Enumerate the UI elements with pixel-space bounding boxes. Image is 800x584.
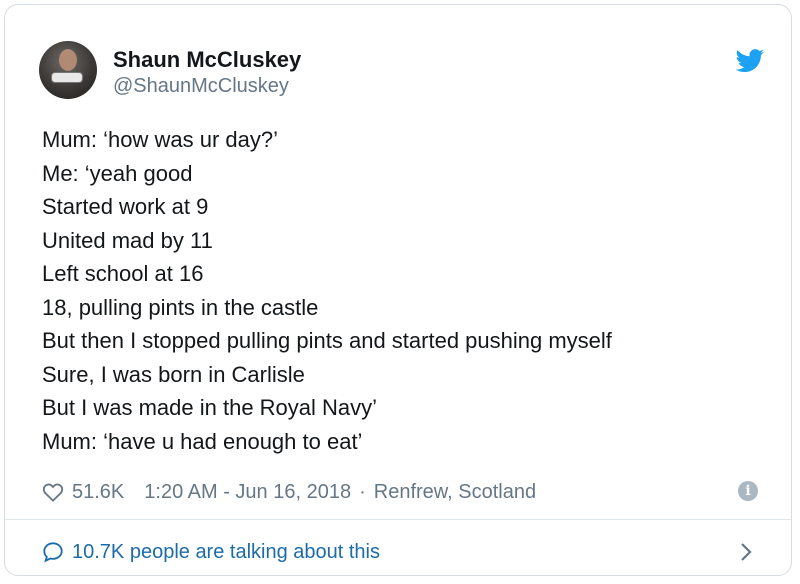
avatar-face: [59, 49, 77, 71]
heart-icon[interactable]: [42, 482, 64, 502]
info-icon[interactable]: i: [738, 481, 758, 501]
meta-separator: ·: [359, 480, 366, 503]
tweet-line: Sure, I was born in Carlisle: [42, 361, 305, 387]
tweet-line: But then I stopped pulling pints and sta…: [42, 328, 612, 353]
conversation-label: 10.7K people are talking about this: [72, 540, 380, 563]
tweet-line: Mum: ‘how was ur day?’: [42, 127, 278, 152]
tweet-meta: 51.6K 1:20 AM - Jun 16, 2018 · Renfrew, …: [42, 479, 536, 505]
avatar-badge: [51, 72, 83, 83]
author-handle[interactable]: @ShaunMcCluskey: [113, 75, 289, 98]
tweet-location[interactable]: Renfrew, Scotland: [374, 481, 536, 504]
tweet-card: Shaun McCluskey @ShaunMcCluskey Mum: ‘ho…: [4, 4, 792, 576]
like-count[interactable]: 51.6K: [72, 481, 124, 504]
tweet-line: Started work at 9: [42, 194, 209, 219]
tweet-line: Mum: ‘have u had enough to eat’: [42, 428, 363, 454]
avatar[interactable]: [39, 41, 97, 99]
divider: [5, 519, 791, 520]
tweet-text: Mum: ‘how was ur day?’ Me: ‘yeah good St…: [42, 123, 762, 458]
tweet-line: United mad by 11: [42, 227, 213, 253]
tweet-line: But I was made in the Royal Navy’: [42, 395, 378, 420]
tweet-line: 18, pulling pints in the castle: [42, 294, 319, 320]
tweet-line: Left school at 16: [42, 261, 204, 286]
speech-bubble-icon: [43, 542, 63, 563]
conversation-link[interactable]: 10.7K people are talking about this: [42, 538, 380, 566]
author-name[interactable]: Shaun McCluskey: [113, 47, 301, 73]
tweet-timestamp[interactable]: 1:20 AM - Jun 16, 2018: [144, 481, 351, 504]
tweet-line: Me: ‘yeah good: [42, 160, 193, 186]
twitter-bird-icon[interactable]: [735, 49, 765, 73]
chevron-right-icon[interactable]: [739, 541, 753, 563]
